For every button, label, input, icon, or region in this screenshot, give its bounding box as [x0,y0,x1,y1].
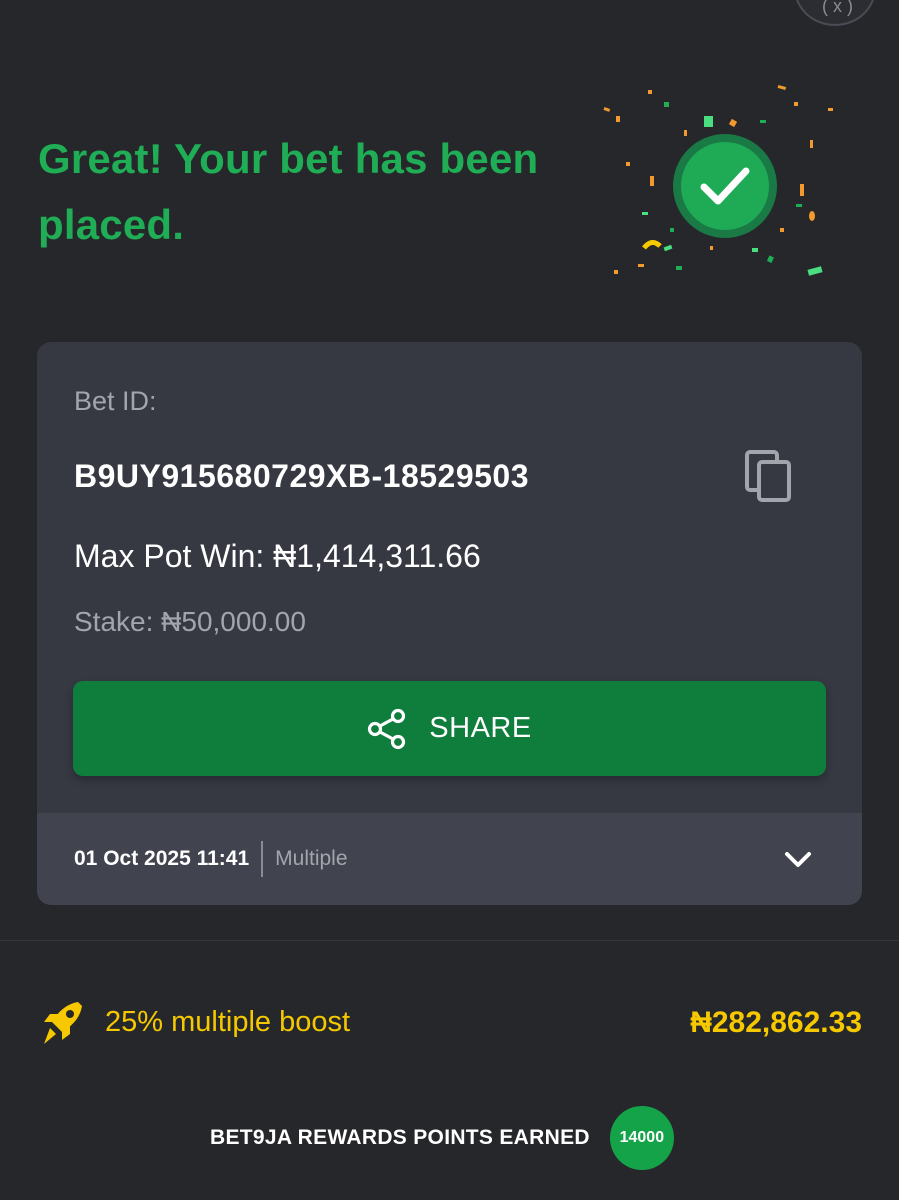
share-label: SHARE [429,712,532,744]
boost-label: 25% multiple boost [105,1006,351,1038]
bet-summary-footer[interactable]: 01 Oct 2025 11:41 Multiple [37,813,862,905]
checkmark-icon [700,167,750,205]
boost-row: 25% multiple boost ₦282,862.33 [38,996,862,1056]
stake-amount: Stake: ₦50,000.00 [74,606,306,637]
bet-card: Bet ID: B9UY915680729XB-18529503 Max Pot… [37,342,862,905]
close-icon: ( x ) [822,0,853,16]
max-pot-win: Max Pot Win: ₦1,414,311.66 [74,538,481,574]
page-title: Great! Your bet has been placed. [38,135,539,248]
copy-button[interactable] [743,448,797,506]
chevron-down-icon[interactable] [781,845,815,873]
share-button[interactable]: SHARE [73,681,826,776]
confetti-decoration [600,80,840,290]
divider [261,841,264,877]
rewards-points-badge: 14000 [609,1106,674,1170]
bet-date: 01 Oct 2025 11:41 [74,847,250,870]
boost-amount: ₦282,862.33 [690,1006,862,1039]
bet-id-label: Bet ID: [74,386,157,416]
section-divider [0,940,899,941]
success-check-badge [673,134,777,238]
close-button[interactable]: ( x ) [794,0,876,26]
rocket-icon [44,1002,82,1044]
share-icon [368,708,406,749]
copy-icon [745,450,791,502]
bet-type: Multiple [275,847,348,870]
rewards-row: BET9JA REWARDS POINTS EARNED 14000 [210,1106,674,1170]
bet-id-value: B9UY915680729XB-18529503 [74,458,530,494]
rewards-label: BET9JA REWARDS POINTS EARNED [210,1126,590,1149]
